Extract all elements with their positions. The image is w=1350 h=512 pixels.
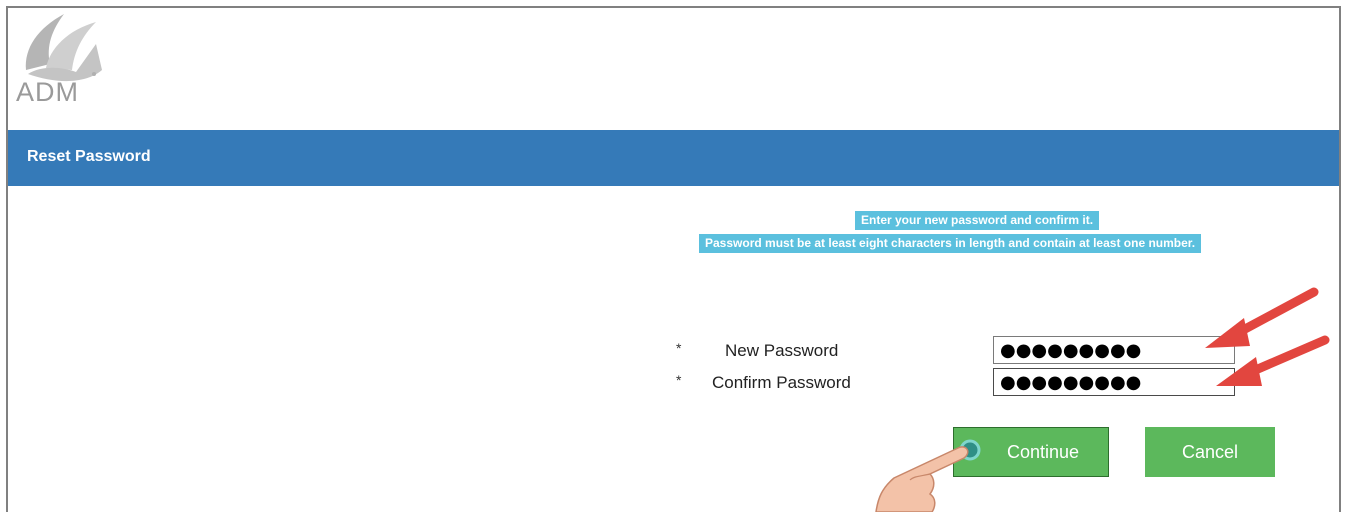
new-password-label: New Password — [725, 341, 839, 360]
instruction-line-1: Enter your new password and confirm it. — [855, 211, 1100, 230]
instruction-line-2: Password must be at least eight characte… — [699, 234, 1202, 253]
required-marker: * — [676, 372, 682, 388]
continue-button[interactable]: Continue — [953, 427, 1109, 477]
title-bar: Reset Password — [8, 130, 1339, 186]
page-title: Reset Password — [27, 148, 151, 165]
confirm-password-label: Confirm Password — [712, 373, 851, 392]
confirm-password-input[interactable] — [993, 368, 1235, 396]
required-marker: * — [676, 340, 682, 356]
page-frame — [6, 6, 1341, 512]
cancel-button[interactable]: Cancel — [1145, 427, 1275, 477]
brand-name: ADM — [16, 77, 79, 107]
new-password-input[interactable] — [993, 336, 1235, 364]
